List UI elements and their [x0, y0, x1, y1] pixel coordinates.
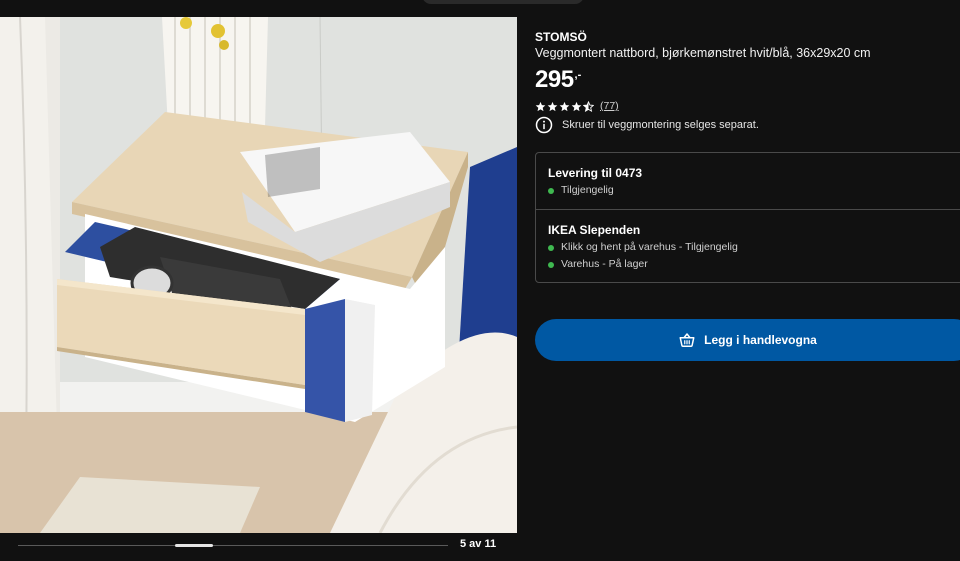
product-rating[interactable]: (77) — [535, 99, 960, 113]
store-stock-text: Varehus - På lager — [561, 258, 648, 270]
store-availability[interactable]: IKEA Slependen Klikk og hent på varehus … — [548, 223, 738, 271]
review-count-link[interactable]: (77) — [600, 100, 619, 112]
gallery-progress-bar: 5 av 11 — [0, 533, 517, 561]
delivery-title: Levering til 0473 — [548, 166, 643, 180]
product-image-gallery[interactable] — [0, 17, 517, 533]
gallery-progress-thumb[interactable] — [175, 544, 213, 547]
mounting-note-text: Skruer til veggmontering selges separat. — [562, 119, 759, 131]
store-status-stock: Varehus - På lager — [548, 258, 738, 271]
product-description: Veggmontert nattbord, bjørkemønstret hvi… — [535, 46, 871, 60]
star-icon — [559, 101, 570, 111]
status-dot-icon — [548, 244, 554, 251]
store-title: IKEA Slependen — [548, 223, 641, 237]
product-summary: STOMSÖ Veggmontert nattbord, bjørkemønst… — [535, 30, 960, 113]
rating-stars — [535, 100, 594, 112]
gallery-image-counter: 5 av 11 — [460, 538, 497, 550]
mounting-note: Skruer til veggmontering selges separat. — [535, 116, 759, 134]
shopping-basket-icon — [679, 333, 695, 348]
store-status-text: Klikk og hent på varehus - Tilgjengelig — [561, 241, 738, 253]
product-image — [0, 17, 517, 533]
add-to-cart-button[interactable]: Legg i handlevogna — [535, 319, 960, 361]
delivery-availability[interactable]: Levering til 0473 Tilgjengelig — [548, 166, 642, 197]
add-to-cart-label: Legg i handlevogna — [704, 333, 817, 347]
delivery-status-text: Tilgjengelig — [561, 184, 614, 196]
price-decimal: ,- — [574, 69, 582, 81]
store-status-click-collect: Klikk og hent på varehus - Tilgjengelig — [548, 241, 738, 254]
half-star-icon — [583, 100, 594, 112]
availability-divider — [536, 209, 960, 210]
product-name: STOMSÖ — [535, 30, 587, 44]
price-integer: 295 — [535, 66, 574, 93]
status-dot-icon — [548, 187, 554, 194]
top-handle — [422, 0, 584, 4]
availability-panel: Levering til 0473 Tilgjengelig IKEA Slep… — [535, 152, 960, 283]
product-price: 295 ,- — [535, 67, 960, 97]
star-icon — [571, 101, 582, 111]
delivery-status: Tilgjengelig — [548, 184, 642, 197]
status-dot-icon — [548, 261, 554, 268]
star-icon — [547, 101, 558, 111]
gallery-progress-track[interactable] — [18, 545, 448, 546]
star-icon — [535, 101, 546, 111]
info-icon — [535, 116, 553, 134]
